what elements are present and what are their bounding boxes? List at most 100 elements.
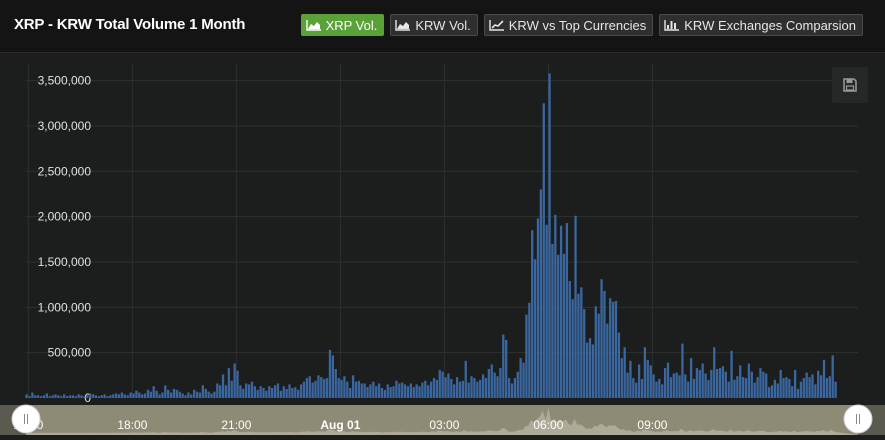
bar bbox=[57, 395, 60, 398]
bar bbox=[458, 381, 462, 398]
bar bbox=[253, 386, 256, 398]
x-tick-label: 18:00 bbox=[117, 418, 147, 432]
bar bbox=[418, 386, 421, 398]
bar bbox=[193, 389, 196, 398]
bar bbox=[323, 378, 326, 398]
bar bbox=[172, 388, 176, 398]
bar bbox=[655, 381, 658, 398]
bar bbox=[126, 395, 129, 398]
bar bbox=[559, 225, 563, 398]
bar bbox=[510, 383, 514, 398]
bar bbox=[470, 376, 473, 398]
bar bbox=[89, 393, 92, 398]
bar bbox=[112, 394, 115, 398]
bar bbox=[389, 387, 392, 398]
bar bbox=[167, 389, 170, 398]
bar bbox=[750, 371, 753, 398]
bar bbox=[473, 378, 476, 398]
bar bbox=[120, 392, 124, 398]
bar bbox=[398, 383, 401, 398]
bar bbox=[692, 378, 696, 398]
bar bbox=[219, 385, 222, 398]
bar bbox=[519, 358, 522, 398]
x-tick-label: 09:00 bbox=[637, 418, 667, 432]
save-button[interactable] bbox=[832, 67, 868, 103]
bar bbox=[216, 383, 219, 398]
x-tick-label: 06:00 bbox=[533, 418, 563, 432]
bar bbox=[386, 384, 389, 398]
bar bbox=[822, 359, 826, 398]
bar bbox=[395, 380, 398, 398]
bar bbox=[256, 389, 259, 398]
bar bbox=[239, 385, 242, 398]
bar bbox=[733, 379, 736, 398]
bar bbox=[609, 298, 612, 398]
bar bbox=[799, 381, 803, 398]
bar bbox=[331, 355, 334, 398]
bar bbox=[294, 387, 297, 398]
navigator-right-handle[interactable] bbox=[843, 404, 873, 434]
chart-tabs: XRP Vol. KRW Vol. KRW vs Top Currencies bbox=[300, 14, 863, 36]
bar bbox=[392, 386, 395, 398]
bar bbox=[536, 218, 540, 398]
bar bbox=[577, 293, 580, 398]
bar bbox=[516, 371, 519, 398]
chart-header: XRP - KRW Total Volume 1 Month XRP Vol. … bbox=[0, 0, 885, 53]
bar bbox=[724, 371, 727, 398]
bar bbox=[710, 369, 713, 398]
bar bbox=[770, 385, 774, 398]
page-title: XRP - KRW Total Volume 1 Month bbox=[14, 16, 246, 33]
tab-xrp-volume[interactable]: XRP Vol. bbox=[300, 14, 385, 36]
handle-knob bbox=[11, 404, 41, 434]
bar bbox=[455, 377, 459, 398]
bar bbox=[565, 223, 569, 398]
bar bbox=[123, 394, 126, 398]
tab-label: KRW Exchanges Comparsion bbox=[684, 17, 856, 33]
bar bbox=[675, 372, 678, 398]
bar bbox=[372, 381, 375, 398]
bar bbox=[817, 370, 820, 398]
bar bbox=[557, 254, 560, 398]
bar bbox=[71, 395, 74, 398]
navigator-left-handle[interactable] bbox=[11, 404, 41, 434]
bar bbox=[314, 380, 317, 398]
bar bbox=[707, 379, 710, 398]
bar bbox=[528, 302, 531, 398]
bar bbox=[704, 373, 707, 398]
bar bbox=[643, 347, 647, 398]
bar bbox=[37, 395, 40, 398]
bar bbox=[308, 376, 311, 398]
bar bbox=[158, 394, 161, 398]
bar bbox=[765, 373, 768, 398]
bar bbox=[403, 384, 407, 398]
bar bbox=[507, 378, 511, 398]
bar bbox=[299, 384, 303, 398]
bar bbox=[74, 396, 77, 398]
bar bbox=[629, 360, 632, 398]
bar bbox=[669, 377, 673, 398]
bar bbox=[649, 365, 652, 398]
bar bbox=[568, 281, 571, 398]
bar bbox=[412, 387, 415, 398]
bar bbox=[623, 347, 626, 398]
bar bbox=[80, 395, 83, 398]
bar bbox=[499, 368, 502, 398]
bar bbox=[149, 391, 152, 398]
bar bbox=[311, 382, 314, 398]
tab-label: KRW vs Top Currencies bbox=[508, 17, 647, 33]
bar bbox=[259, 386, 262, 398]
bar bbox=[545, 224, 548, 398]
bar bbox=[262, 388, 265, 398]
bar bbox=[689, 358, 693, 398]
tab-krw-volume[interactable]: KRW Vol. bbox=[390, 14, 478, 36]
tab-krw-exchanges-comparison[interactable]: KRW Exchanges Comparsion bbox=[659, 14, 863, 36]
bar bbox=[25, 394, 28, 398]
bar bbox=[715, 368, 719, 398]
bar bbox=[106, 396, 109, 398]
bar bbox=[467, 382, 470, 398]
bar bbox=[380, 388, 384, 398]
bar bbox=[141, 394, 144, 398]
bar bbox=[34, 395, 37, 398]
bar bbox=[539, 189, 543, 398]
tab-krw-vs-top-currencies[interactable]: KRW vs Top Currencies bbox=[483, 14, 654, 36]
